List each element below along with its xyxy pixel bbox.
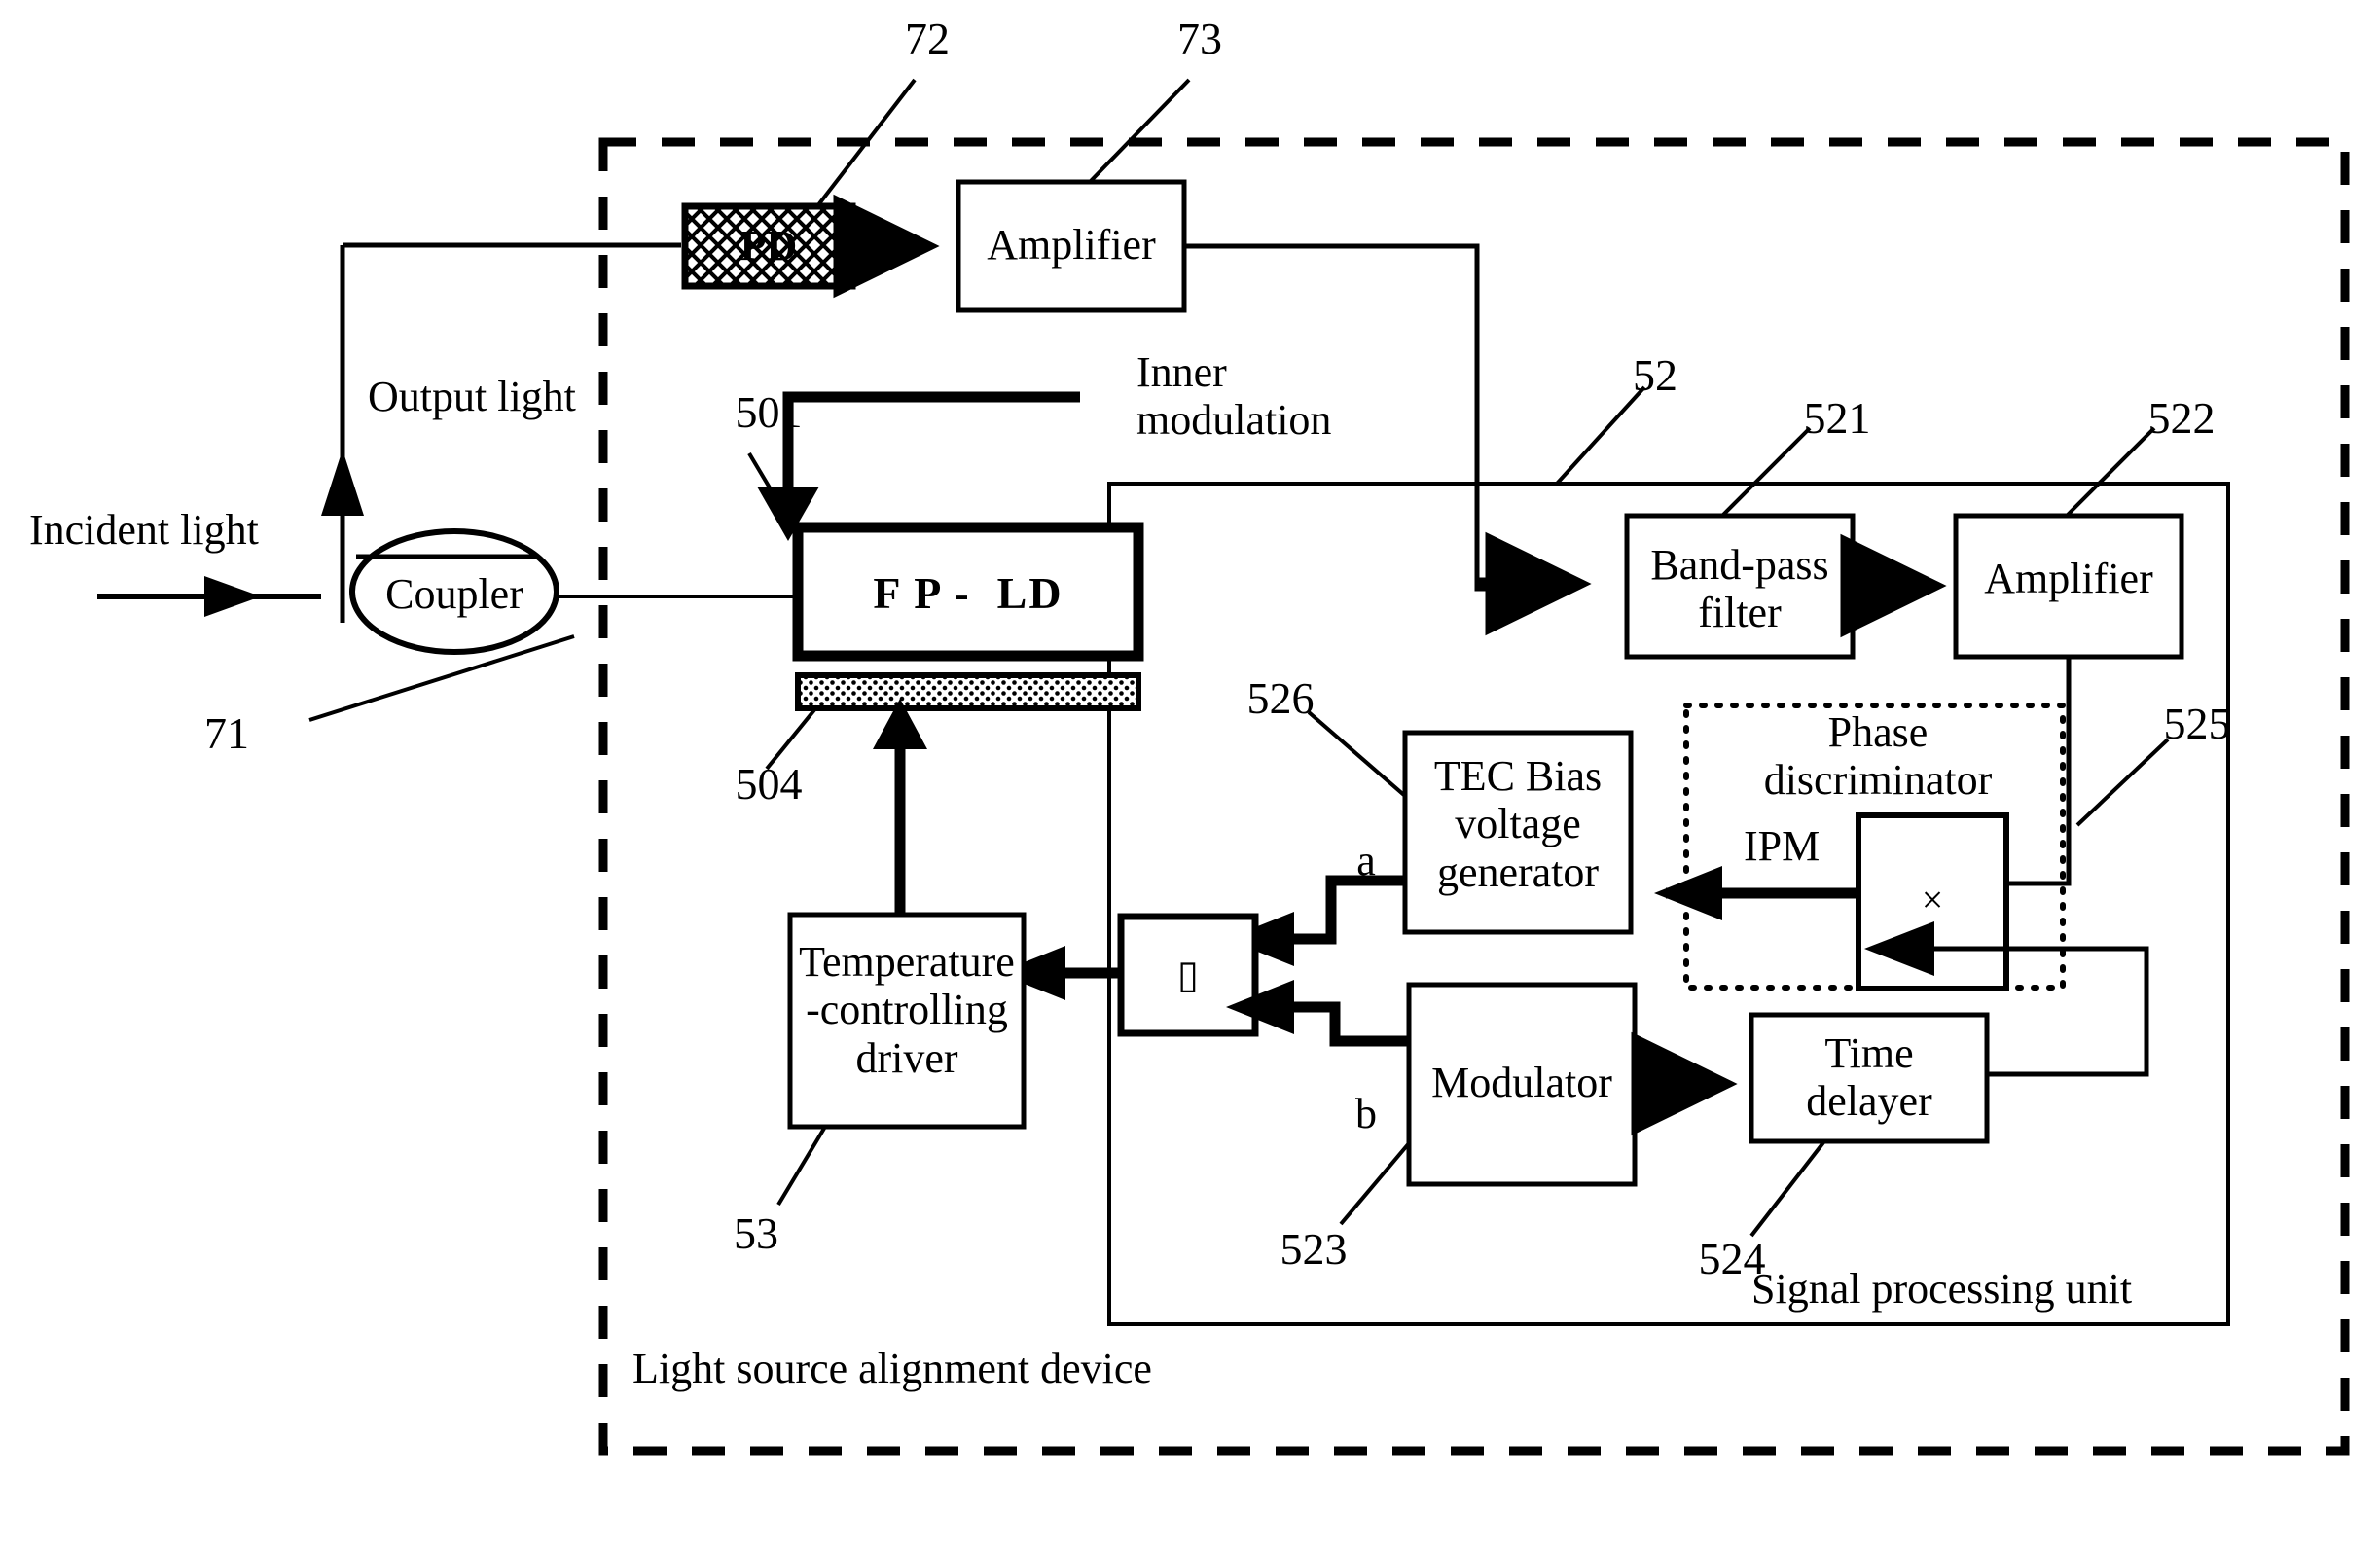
band-pass-filter-label: Band-pass filter [1650, 541, 1829, 637]
ref-72: 72 [905, 14, 950, 63]
output-light-label: Output light [368, 373, 576, 420]
temperature-driver-label: Temperature -controlling driver [799, 938, 1015, 1082]
leader-526 [1307, 710, 1407, 798]
tecbias-porta-wire [1294, 875, 1405, 945]
tec-bias-generator-label: TEC Bias voltage generator [1433, 752, 1603, 896]
port-b-label: b [1355, 1090, 1377, 1137]
coupler-label: Coupler [385, 570, 523, 618]
diagram-canvas: 72 73 71 501 504 52 521 522 525 526 523 … [0, 0, 2380, 1550]
outer-enclosure-label: Light source alignment device [632, 1345, 1152, 1392]
ref-523: 523 [1280, 1224, 1348, 1274]
ref-504: 504 [735, 759, 803, 809]
modulator-label: Modulator [1431, 1059, 1612, 1106]
incident-light-label: Incident light [29, 506, 259, 554]
leader-524 [1749, 1139, 1826, 1238]
ref-521: 521 [1803, 393, 1871, 443]
incident-light-arrowhead [204, 576, 261, 617]
ref-526: 526 [1246, 673, 1315, 723]
tec-bar [795, 672, 1141, 711]
leader-523 [1339, 1141, 1411, 1226]
multiplier-label: × [1921, 878, 1944, 921]
pd-block-label: PD [739, 222, 798, 270]
phase-discriminator-label: Phase discriminator [1763, 708, 1993, 805]
inner-modulation-label: Inner modulation [1136, 348, 1332, 445]
amplifier-top-label: Amplifier [987, 221, 1156, 269]
ref-522: 522 [2147, 393, 2216, 443]
leader-73 [1088, 78, 1191, 184]
ref-52: 52 [1633, 350, 1677, 400]
ref-525: 525 [2163, 699, 2231, 748]
summing-node-label: ▯ [1176, 953, 1199, 996]
ref-71: 71 [204, 708, 249, 758]
leader-525 [2075, 738, 2170, 827]
time-delayer-label: Time delayer [1806, 1029, 1932, 1126]
leader-53 [776, 1125, 827, 1207]
ipm-label: IPM [1744, 822, 1821, 870]
ref-73: 73 [1177, 14, 1222, 63]
ref-53: 53 [734, 1208, 778, 1258]
inner-modulation-wire [782, 391, 1080, 506]
ref-501: 501 [735, 387, 803, 437]
fpld-label: F P - LD [873, 568, 1064, 618]
leader-52 [1555, 385, 1646, 486]
signal-processing-unit-label: Signal processing unit [1751, 1265, 2133, 1313]
amplifier-signal-label: Amplifier [1984, 555, 2153, 602]
modulator-portb-wire [1294, 1001, 1409, 1047]
port-a-label: a [1356, 837, 1376, 884]
